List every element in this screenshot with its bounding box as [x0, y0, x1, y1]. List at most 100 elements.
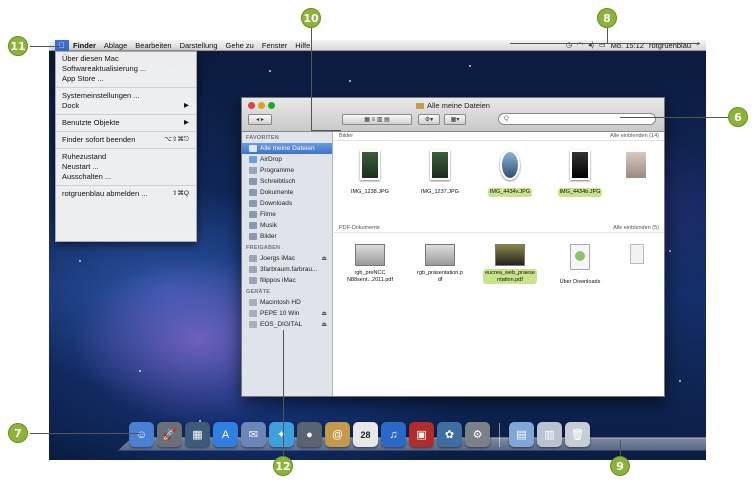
trash-icon[interactable]: 🗑: [565, 422, 590, 447]
back-forward-buttons[interactable]: ◂ ▸: [248, 114, 272, 125]
sidebar-item-dokumente[interactable]: Dokumente: [242, 187, 332, 198]
finder-icon[interactable]: ☺: [129, 422, 154, 447]
sidebar-item-joergs-imac[interactable]: Joergs iMac ⏏: [242, 253, 332, 264]
action-menu-button[interactable]: ⚙▾: [418, 114, 440, 125]
sidebar-header-devices: GERÄTE: [246, 289, 271, 295]
sidebar-item-macintosh-hd[interactable]: Macintosh HD: [242, 297, 332, 308]
callout-6: 6: [728, 107, 748, 127]
iphoto-icon[interactable]: ✿: [437, 422, 462, 447]
sidebar-item-filippos-imac[interactable]: filippos iMac: [242, 275, 332, 286]
menu-darstellung[interactable]: Darstellung: [176, 41, 222, 50]
downloads-icon: [249, 200, 257, 207]
apple-menu-item-ruhezustand[interactable]: Ruhezustand: [56, 152, 196, 162]
sidebar-item-musik[interactable]: Musik: [242, 220, 332, 231]
image-file[interactable]: IMG_1237.JPG: [408, 150, 472, 198]
eject-icon[interactable]: ⏏: [321, 321, 327, 328]
sidebar-item-programme[interactable]: Programme: [242, 165, 332, 176]
apple-menu-item-systemeinstellungen[interactable]: Systemeinstellungen ...: [56, 91, 196, 101]
3farbraum-farbrau-icon: [249, 266, 257, 273]
image-file[interactable]: IMG_4434v.JPG: [478, 150, 542, 198]
itunes-icon[interactable]: ♫: [381, 422, 406, 447]
images-show-all-link[interactable]: Alle einblenden (14): [610, 133, 659, 139]
address-book-icon[interactable]: @: [325, 422, 350, 447]
safari-icon[interactable]: ✦: [269, 422, 294, 447]
apple-menu-item-über-diesen-mac[interactable]: Über diesen Mac: [56, 54, 196, 64]
partial-image-file[interactable]: [624, 150, 654, 180]
apple-menu-item-benutzte-objekte[interactable]: Benutzte Objekte ▶: [56, 118, 196, 128]
image-file[interactable]: IMG_4434b.JPG: [548, 150, 612, 198]
eject-icon[interactable]: ⏏: [321, 255, 327, 262]
sidebar-item-schreibtisch[interactable]: Schreibtisch: [242, 176, 332, 187]
pdf-file[interactable]: rgb_präsentation.p df: [408, 244, 472, 286]
launchpad-icon[interactable]: 🚀: [157, 422, 182, 447]
menu-finder[interactable]: Finder: [69, 41, 100, 50]
sidebar-header-shared: FREIGABEN: [246, 245, 281, 251]
apple-menu-item-finder-sofort-beenden[interactable]: Finder sofort beenden ⌥⇧⌘⎋: [56, 135, 196, 145]
pdf-file[interactable]: Über Downloads: [548, 244, 612, 288]
sidebar-header-favorites: FAVORITEN: [246, 135, 279, 141]
apple-menu-item-neustart[interactable]: Neustart ...: [56, 162, 196, 172]
sidebar-item-pepe-10-win[interactable]: PEPE 10 Win ⏏: [242, 308, 332, 319]
mission-control-icon[interactable]: ▦: [185, 422, 210, 447]
menu-separator: [56, 185, 196, 186]
documents-stack-icon[interactable]: ▥: [537, 422, 562, 447]
menu-user[interactable]: rotgruenblau: [649, 41, 691, 50]
keyboard-shortcut: ⌥⇧⌘⎋: [164, 136, 189, 143]
apple-menu-item-app-store[interactable]: App Store ...: [56, 74, 196, 84]
pdf-file[interactable]: eucrea_web_praese ntation.pdf: [478, 244, 542, 286]
mail-icon[interactable]: ✉: [241, 422, 266, 447]
sidebar-item-label: Downloads: [260, 200, 293, 207]
menu-separator: [56, 114, 196, 115]
file-name: rgb_präsentation.p df: [415, 269, 465, 284]
folder-icon: [416, 103, 425, 110]
menu-fenster[interactable]: Fenster: [258, 41, 291, 50]
applications-folder-icon[interactable]: ▤: [509, 422, 534, 447]
sidebar-item-label: filippos iMac: [260, 277, 296, 284]
system-preferences-icon[interactable]: ⚙: [465, 422, 490, 447]
sidebar-item-filme[interactable]: Filme: [242, 209, 332, 220]
sidebar-item-downloads[interactable]: Downloads: [242, 198, 332, 209]
view-mode-buttons[interactable]: ▦ ≡ ▥ ▤: [342, 114, 412, 125]
sidebar-item-eos-digital[interactable]: EOS_DIGITAL ⏏: [242, 319, 332, 330]
apple-menu-item-softwareaktualisierung[interactable]: Softwareaktualisierung ...: [56, 64, 196, 74]
menu-bearbeiten[interactable]: Bearbeiten: [131, 41, 175, 50]
image-file[interactable]: IMG_1238.JPG: [338, 150, 402, 198]
sidebar-item-airdrop[interactable]: AirDrop: [242, 154, 332, 165]
photo-booth-icon[interactable]: ▣: [409, 422, 434, 447]
sidebar-item-alle-meine-dateien[interactable]: Alle meine Dateien: [242, 143, 332, 154]
macintosh-hd-icon: [249, 299, 257, 306]
facetime-icon[interactable]: ●: [297, 422, 322, 447]
menu-gehe-zu[interactable]: Gehe zu: [222, 41, 258, 50]
joergs-imac-icon: [249, 255, 257, 262]
menu-item-label: rotgruenblau abmelden ...: [62, 189, 148, 198]
ical-icon[interactable]: 28: [353, 422, 378, 447]
app-store-icon[interactable]: A: [213, 422, 238, 447]
star: [79, 260, 81, 262]
apple-menu-item-dock[interactable]: Dock ▶: [56, 101, 196, 111]
photo-thumbnail: [430, 150, 450, 180]
arrange-menu-button[interactable]: ▦▾: [444, 114, 466, 125]
apple-menu-item-rotgruenblau-abmelden[interactable]: rotgruenblau abmelden ... ⇧⌘Q: [56, 189, 196, 199]
eject-icon[interactable]: ⏏: [321, 310, 327, 317]
menu-clock[interactable]: Mo. 15:12: [611, 41, 644, 50]
pdf-show-all-link[interactable]: Alle einblenden (5): [613, 225, 659, 231]
menu-item-label: Systemeinstellungen ...: [62, 91, 140, 100]
file-name-line1: Über Downloads: [559, 279, 601, 285]
finder-search-field[interactable]: Q: [498, 113, 656, 125]
pdf-file[interactable]: rgb_preNCC N88sent...2011.pdf: [338, 244, 402, 286]
file-name: eucrea_web_praese ntation.pdf: [483, 269, 537, 284]
pdf-section-title: PDF-Dokumente: [339, 225, 380, 231]
callout-10: 10: [301, 8, 321, 28]
airdrop-icon: [249, 156, 257, 163]
dokumente-icon: [249, 189, 257, 196]
file-name: IMG_4434b.JPG: [557, 188, 603, 197]
pepe-10-win-icon: [249, 310, 257, 317]
sidebar-item-bilder[interactable]: Bilder: [242, 231, 332, 242]
sidebar-item-label: Joergs iMac: [260, 255, 296, 262]
sidebar-item-3farbraum-farbrau[interactable]: 3farbraum.farbrau...: [242, 264, 332, 275]
partial-pdf-file[interactable]: [630, 244, 650, 264]
menu-ablage[interactable]: Ablage: [100, 41, 131, 50]
sidebar-item-label: EOS_DIGITAL: [260, 321, 303, 328]
apple-menu-item-ausschalten[interactable]: Ausschalten ...: [56, 172, 196, 182]
finder-titlebar: Alle meine Dateien ◂ ▸ ▦ ≡ ▥ ▤ ⚙▾ ▦▾ Q: [242, 98, 664, 132]
